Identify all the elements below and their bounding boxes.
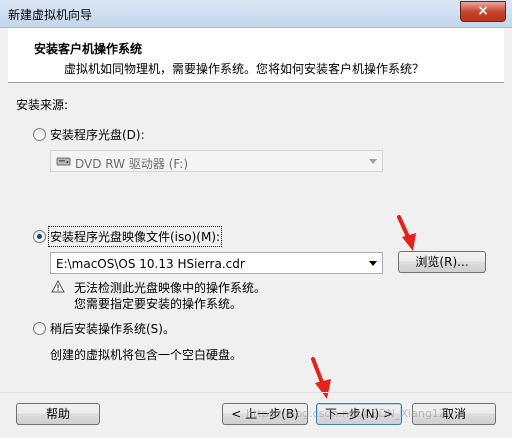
dvd-drive-icon bbox=[56, 157, 71, 166]
later-description: 创建的虚拟机将包含一个空白硬盘。 bbox=[50, 348, 243, 362]
wizard-footer: 帮助 < 上一步(B) 下一步(N) > 取消 https://blog.csd… bbox=[0, 392, 512, 438]
wizard-header: 安装客户机操作系统 虚拟机如同物理机，需要操作系统。您将如何安装客户机操作系统？ bbox=[8, 28, 504, 83]
radio-later-label[interactable]: 稍后安装操作系统(S)。 bbox=[50, 320, 175, 337]
iso-path-value: E:\macOS\OS 10.13 HSierra.cdr bbox=[56, 257, 245, 271]
chevron-down-icon bbox=[369, 159, 377, 164]
wizard-body: 安装来源: 安装程序光盘(D): DVD RW 驱动器 (F:) 安装程序光盘映… bbox=[8, 83, 504, 393]
radio-disc[interactable] bbox=[33, 128, 46, 141]
next-button[interactable]: 下一步(N) > bbox=[316, 403, 402, 425]
iso-path-input[interactable]: E:\macOS\OS 10.13 HSierra.cdr bbox=[50, 252, 383, 274]
page-title: 安装客户机操作系统 bbox=[34, 42, 143, 56]
help-button[interactable]: 帮助 bbox=[16, 403, 100, 425]
chevron-down-icon bbox=[369, 261, 377, 266]
back-button[interactable]: < 上一步(B) bbox=[222, 403, 308, 425]
close-button[interactable]: × bbox=[460, 1, 506, 22]
cancel-button[interactable]: 取消 bbox=[412, 403, 496, 425]
warning-icon bbox=[51, 280, 65, 293]
annotation-arrow-icon bbox=[397, 215, 416, 251]
warning-line1: 无法检测此光盘映像中的操作系统。 bbox=[74, 281, 267, 295]
source-label: 安装来源: bbox=[16, 98, 69, 112]
radio-disc-label[interactable]: 安装程序光盘(D): bbox=[50, 126, 145, 143]
browse-button[interactable]: 浏览(R)... bbox=[398, 251, 486, 273]
radio-iso-label[interactable]: 安装程序光盘映像文件(iso)(M): bbox=[47, 226, 223, 247]
disc-drive-select[interactable]: DVD RW 驱动器 (F:) bbox=[50, 150, 383, 172]
radio-iso[interactable] bbox=[33, 230, 46, 243]
disc-drive-value: DVD RW 驱动器 (F:) bbox=[75, 157, 189, 171]
title-bar: 新建虚拟机向导 × bbox=[0, 0, 512, 28]
warning-line2: 您需要指定要安装的操作系统。 bbox=[74, 297, 243, 311]
radio-later[interactable] bbox=[33, 322, 46, 335]
page-subtitle: 虚拟机如同物理机，需要操作系统。您将如何安装客户机操作系统？ bbox=[64, 62, 425, 76]
window-title: 新建虚拟机向导 bbox=[8, 8, 93, 22]
